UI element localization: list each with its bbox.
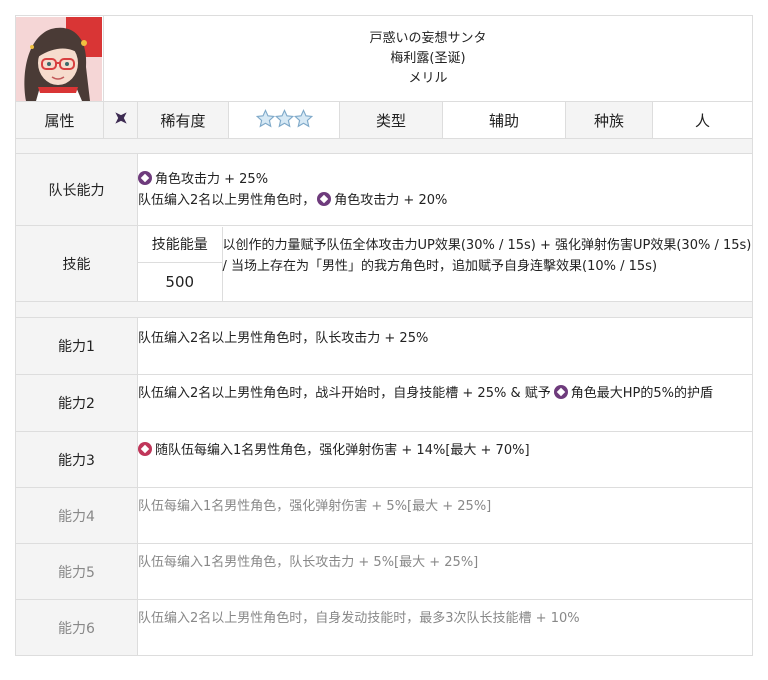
section-divider bbox=[15, 138, 753, 154]
void-attribute-icon bbox=[114, 112, 127, 124]
ability-1-value: 队伍编入2名以上男性角色时，队长攻击力 + 25% bbox=[137, 317, 753, 375]
ability-2-prefix: 队伍编入2名以上男性角色时，战斗开始时，自身技能槽 + 25% & 赋予 bbox=[138, 386, 551, 401]
character-portrait[interactable] bbox=[15, 15, 104, 102]
ability-3-text: 随队伍每编入1名男性角色，强化弹射伤害 + 14%[最大 + 70%] bbox=[155, 443, 530, 458]
attribute-label: 属性 bbox=[15, 101, 104, 139]
star-icon bbox=[255, 108, 275, 127]
ability-2-label: 能力2 bbox=[15, 374, 138, 432]
attack-buff-icon bbox=[138, 170, 152, 185]
ability-4-value: 队伍每编入1名男性角色，强化弹射伤害 + 5%[最大 + 25%] bbox=[137, 487, 753, 544]
ability-3-label: 能力3 bbox=[15, 431, 138, 488]
ability-2-value: 队伍编入2名以上男性角色时，战斗开始时，自身技能槽 + 25% & 赋予 角色最大… bbox=[137, 374, 753, 432]
section-divider bbox=[15, 301, 753, 318]
leader-line-2: 队伍编入2名以上男性角色时， 角色攻击力 + 20% bbox=[138, 190, 752, 211]
leader-line-1: 角色攻击力 + 25% bbox=[138, 169, 752, 190]
attribute-cell bbox=[103, 101, 138, 139]
leader-line-2-prefix: 队伍编入2名以上男性角色时， bbox=[138, 192, 316, 208]
bounce-damage-icon bbox=[138, 442, 152, 456]
type-label: 类型 bbox=[339, 101, 443, 139]
leader-ability-label: 队长能力 bbox=[15, 153, 138, 226]
star-icon bbox=[293, 108, 313, 127]
skill-energy-value: 500 bbox=[138, 262, 223, 301]
character-table: 戸惑いの妄想サンタ 梅利露(圣诞) メリル 属性 稀有度 类型 辅助 种族 人 … bbox=[15, 15, 753, 656]
ability-5-label: 能力5 bbox=[15, 543, 138, 600]
race-label: 种族 bbox=[565, 101, 653, 139]
skill-inner-table: 技能能量 以创作的力量赋予队伍全体攻击力UP效果(30% / 15s) + 强化… bbox=[138, 226, 752, 301]
attack-buff-icon bbox=[317, 191, 332, 206]
portrait-image bbox=[16, 16, 102, 101]
race-value: 人 bbox=[652, 101, 753, 139]
ability-6-value: 队伍编入2名以上男性角色时，自身发动技能时，最多3次队长技能槽 + 10% bbox=[137, 599, 753, 656]
character-card: 戸惑いの妄想サンタ 梅利露(圣诞) メリル 属性 稀有度 类型 辅助 种族 人 … bbox=[0, 0, 768, 680]
leader-line-1-text: 角色攻击力 + 25% bbox=[155, 171, 269, 187]
star-icon bbox=[274, 108, 294, 127]
skill-energy-label: 技能能量 bbox=[138, 226, 223, 263]
name-kana: メリル bbox=[408, 70, 448, 86]
ability-5-value: 队伍每编入1名男性角色，队长攻击力 + 5%[最大 + 25%] bbox=[137, 543, 753, 600]
ability-1-label: 能力1 bbox=[15, 317, 138, 375]
ability-2-text: 角色最大HP的5%的护盾 bbox=[570, 386, 713, 401]
ability-4-label: 能力4 bbox=[15, 487, 138, 544]
name-chinese: 梅利露(圣诞) bbox=[390, 50, 466, 66]
skill-description: 以创作的力量赋予队伍全体攻击力UP效果(30% / 15s) + 强化弹射伤害U… bbox=[222, 237, 752, 274]
skill-label: 技能 bbox=[15, 225, 138, 302]
ability-6-label: 能力6 bbox=[15, 599, 138, 656]
rarity-stars bbox=[255, 108, 313, 128]
character-names: 戸惑いの妄想サンタ 梅利露(圣诞) メリル bbox=[103, 15, 753, 102]
leader-ability-value: 角色攻击力 + 25% 队伍编入2名以上男性角色时， 角色攻击力 + 20% bbox=[137, 153, 753, 226]
rarity-label: 稀有度 bbox=[137, 101, 229, 139]
leader-line-2-suffix: 角色攻击力 + 20% bbox=[334, 192, 448, 208]
name-japanese: 戸惑いの妄想サンタ bbox=[369, 30, 487, 46]
shield-buff-icon bbox=[553, 385, 568, 399]
type-value: 辅助 bbox=[442, 101, 566, 139]
rarity-value bbox=[228, 101, 340, 139]
ability-3-value: 随队伍每编入1名男性角色，强化弹射伤害 + 14%[最大 + 70%] bbox=[137, 431, 753, 488]
skill-value: 技能能量 以创作的力量赋予队伍全体攻击力UP效果(30% / 15s) + 强化… bbox=[137, 225, 753, 302]
